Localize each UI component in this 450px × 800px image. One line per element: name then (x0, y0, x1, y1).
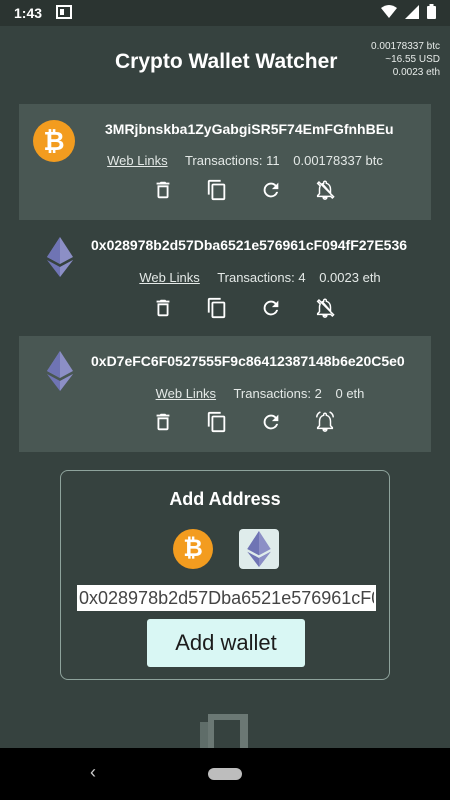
notifications-off-icon[interactable] (313, 296, 337, 320)
wallet-actions (57, 296, 431, 320)
app-logo-icon (198, 712, 250, 752)
wallet-actions (57, 410, 431, 434)
copy-icon[interactable] (205, 296, 229, 320)
web-links-link[interactable]: Web Links (156, 386, 216, 401)
transactions-count: Transactions: 4 (217, 270, 306, 285)
home-pill[interactable] (208, 768, 242, 780)
btc-total: 0.00178337 btc (371, 41, 440, 52)
wallet-address: 0x028978b2d57Dba6521e576961cF094fF27E536 (91, 237, 408, 253)
wallet-address: 3MRjbnskba1ZyGabgiSR5F74EmFGfnhBEu (105, 121, 394, 137)
ethereum-icon (39, 350, 81, 392)
back-icon[interactable]: ‹ (90, 762, 96, 783)
add-address-panel: Add Address ₿ Add wallet (60, 470, 390, 680)
status-time: 1:43 (14, 5, 43, 21)
status-bar: 1:43 (0, 0, 450, 26)
wallet-meta: Web Links Transactions: 4 0.0023 eth (89, 270, 431, 285)
wallet-card: 0x028978b2d57Dba6521e576961cF094fF27E536… (19, 226, 431, 332)
app-header: Crypto Wallet Watcher 0.00178337 btc ~16… (0, 26, 450, 100)
battery-icon (427, 4, 436, 22)
transactions-count: Transactions: 2 (233, 386, 322, 401)
web-links-link[interactable]: Web Links (107, 153, 167, 168)
navigation-bar: ‹ (0, 748, 450, 800)
usd-total: ~16.55 USD (385, 54, 440, 65)
add-wallet-button[interactable]: Add wallet (147, 619, 305, 667)
refresh-icon[interactable] (259, 410, 283, 434)
copy-icon[interactable] (205, 410, 229, 434)
page-title: Crypto Wallet Watcher (115, 50, 338, 73)
delete-icon[interactable] (151, 178, 175, 202)
address-input[interactable] (77, 585, 376, 611)
wallet-card: ₿ 3MRjbnskba1ZyGabgiSR5F74EmFGfnhBEu Web… (19, 104, 431, 220)
web-links-link[interactable]: Web Links (139, 270, 199, 285)
ethereum-icon (39, 236, 81, 278)
bitcoin-select-icon[interactable]: ₿ (173, 529, 213, 569)
signal-icon (405, 4, 419, 22)
delete-icon[interactable] (151, 410, 175, 434)
eth-total: 0.0023 eth (392, 67, 440, 78)
app-status-icon (56, 4, 73, 22)
wallet-meta: Web Links Transactions: 11 0.00178337 bt… (59, 153, 431, 168)
wallet-balance: 0 eth (335, 386, 365, 401)
wallet-card: 0xD7eFC6F0527555F9c86412387148b6e20C5e0 … (19, 336, 431, 452)
copy-icon[interactable] (205, 178, 229, 202)
wallet-meta: Web Links Transactions: 2 0 eth (89, 386, 431, 401)
wallet-actions (57, 178, 431, 202)
delete-icon[interactable] (151, 296, 175, 320)
wallet-balance: 0.00178337 btc (293, 153, 383, 168)
add-address-title: Add Address (169, 489, 281, 509)
refresh-icon[interactable] (259, 178, 283, 202)
wallet-address: 0xD7eFC6F0527555F9c86412387148b6e20C5e0 (91, 353, 405, 369)
total-balances: 0.00178337 btc ~16.55 USD 0.0023 eth (371, 40, 440, 79)
wifi-icon (381, 4, 397, 22)
ethereum-select-icon[interactable] (239, 529, 279, 569)
notifications-off-icon[interactable] (313, 178, 337, 202)
transactions-count: Transactions: 11 (184, 153, 280, 168)
refresh-icon[interactable] (259, 296, 283, 320)
notifications-on-icon[interactable] (313, 410, 337, 434)
wallet-balance: 0.0023 eth (319, 270, 381, 285)
